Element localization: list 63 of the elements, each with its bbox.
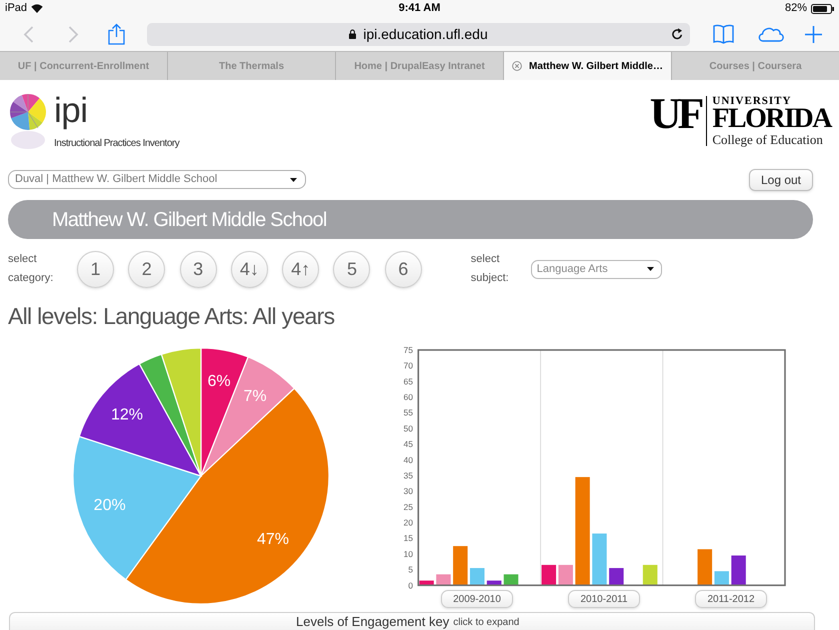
axis-tick-label: 35 — [404, 470, 413, 480]
subject-label: select subject: — [470, 252, 510, 286]
wifi-icon — [31, 4, 44, 13]
axis-tick-label: 75 — [404, 345, 413, 355]
subject-select[interactable]: Language Arts — [530, 260, 662, 278]
slice-label: 47% — [256, 531, 290, 548]
axis-tick-label: 65 — [404, 376, 413, 386]
slice-label: 6% — [207, 373, 231, 390]
year-button[interactable]: 2011-2012 — [695, 590, 767, 608]
key-title: Levels of Engagement key — [296, 614, 450, 629]
color-wheel-logo-icon — [8, 93, 48, 151]
expand-link[interactable]: click to expand — [453, 616, 520, 629]
category-button[interactable]: 2 — [128, 250, 166, 288]
axis-tick-label: 60 — [404, 392, 413, 402]
battery-icon — [811, 4, 834, 14]
logo-text: UNIVERSITY — [712, 96, 792, 107]
category-button[interactable]: 4↑ — [282, 250, 320, 288]
plus-icon[interactable] — [805, 26, 822, 42]
category-button[interactable]: 5 — [333, 250, 370, 288]
caret-icon — [290, 178, 297, 182]
lock-icon — [349, 29, 356, 39]
category-button[interactable]: 3 — [180, 250, 217, 288]
axis-tick-label: 70 — [404, 360, 413, 371]
battery-percent: 82% — [784, 1, 807, 16]
axis-tick-label: 50 — [404, 423, 413, 434]
page-heading: All levels: Language Arts: All years — [7, 303, 336, 329]
axis-tick-label: 5 — [408, 564, 413, 575]
category-label: select category: — [8, 252, 54, 286]
status-time: 9:41 AM — [398, 1, 440, 16]
axis-tick-label: 0 — [408, 580, 413, 590]
axis-tick-label: 40 — [404, 454, 413, 465]
axis-tick-label: 15 — [404, 533, 413, 544]
slice-label: 20% — [94, 497, 126, 514]
category-button[interactable]: 6 — [384, 250, 422, 288]
school-select[interactable]: Duval | Matthew W. Gilbert Middle School — [8, 170, 306, 189]
browser-tab[interactable]: Matthew W. Gilbert Middle… — [504, 52, 672, 80]
logo-text: FLORIDA — [712, 107, 831, 131]
year-button[interactable]: 2009-2010 — [441, 590, 513, 608]
book-icon[interactable] — [713, 24, 734, 44]
logout-button[interactable]: Log out — [749, 168, 813, 190]
cloud-icon[interactable] — [756, 26, 785, 42]
school-title-banner: Matthew W. Gilbert Middle School — [8, 200, 813, 239]
axis-tick-label: 55 — [404, 408, 413, 418]
logo-text: ipi — [54, 93, 89, 129]
logo-tagline: Instructional Practices Inventory — [54, 138, 180, 150]
axis-tick-label: 20 — [404, 518, 413, 528]
axis-tick-label: 10 — [404, 548, 413, 559]
axis-tick-label: 25 — [404, 502, 413, 512]
category-button[interactable]: 1 — [77, 250, 114, 288]
caret-icon — [646, 267, 654, 271]
axis-tick-label: 30 — [404, 486, 413, 496]
reload-icon[interactable] — [672, 28, 683, 40]
logo-text: College of Education — [712, 132, 824, 147]
slice-label: 12% — [110, 406, 144, 424]
logo-mark: UF — [650, 96, 702, 132]
share-icon[interactable] — [108, 23, 125, 45]
close-icon[interactable] — [512, 61, 522, 71]
axis-tick-label: 45 — [404, 439, 413, 450]
category-button[interactable]: 4↓ — [230, 250, 268, 288]
address-field[interactable]: ipi.education.ufl.edu — [147, 22, 690, 46]
year-button[interactable]: 2010-2011 — [568, 590, 640, 608]
device-name: iPad — [5, 1, 28, 16]
slice-label: 7% — [243, 388, 267, 406]
